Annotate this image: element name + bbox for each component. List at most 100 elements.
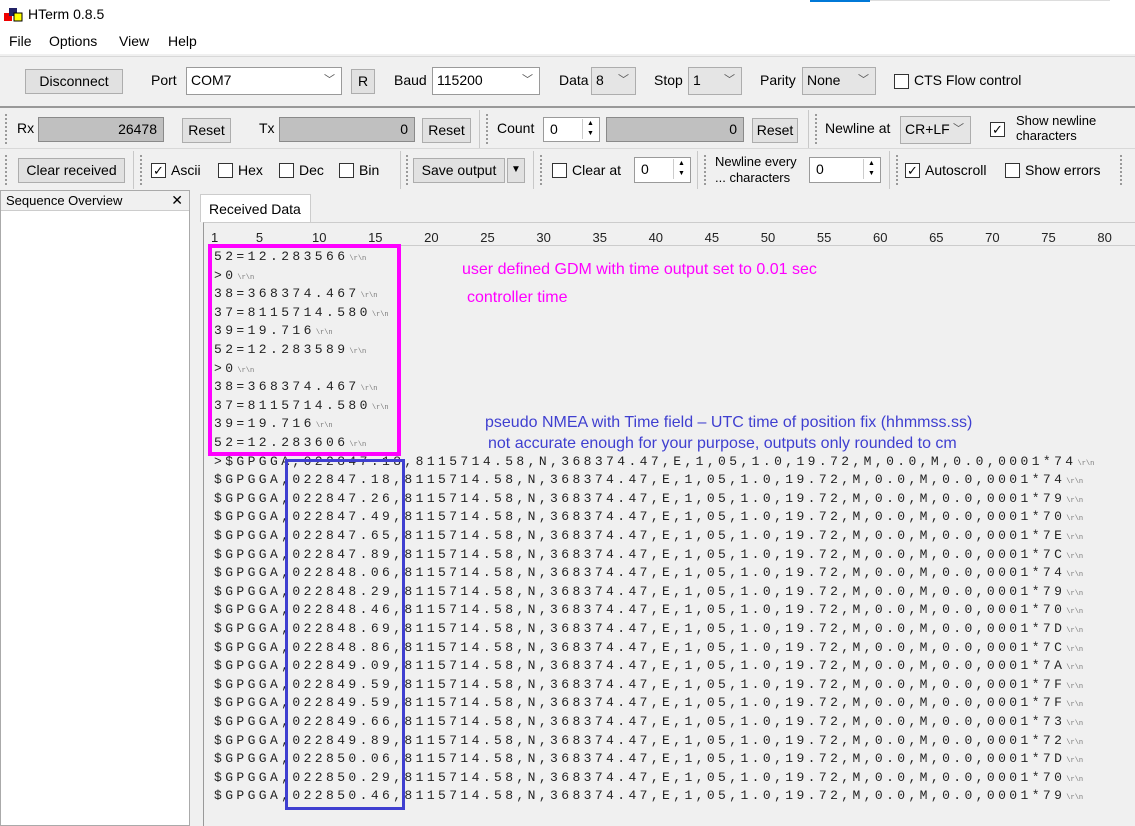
ruler-tick: 60 — [872, 230, 888, 245]
count-reset-button[interactable]: Reset — [752, 118, 798, 143]
gdm-annotation-line2: controller time — [467, 289, 568, 306]
disconnect-button[interactable]: Disconnect — [25, 69, 123, 94]
refresh-ports-button[interactable]: R — [351, 69, 375, 94]
dec-checkbox[interactable] — [279, 163, 294, 178]
divider — [400, 151, 401, 189]
cts-flow-checkbox[interactable] — [894, 74, 909, 89]
ruler-tick: 80 — [1097, 230, 1112, 245]
ruler-tick: 65 — [929, 230, 944, 245]
newline-at-value: CR+LF — [905, 121, 950, 137]
window-title: HTerm 0.8.5 — [28, 6, 105, 22]
newline-marker: \r\n — [1066, 757, 1084, 766]
newline-marker: \r\n — [1066, 738, 1084, 747]
toolbar-grip[interactable] — [540, 155, 543, 185]
menu-help[interactable]: Help — [168, 33, 197, 49]
toolbar-grip[interactable] — [1120, 155, 1123, 185]
spin-arrows-icon[interactable]: ▲ ▼ — [582, 119, 598, 139]
toolbar-grip[interactable] — [5, 114, 8, 144]
baud-value: 115200 — [437, 72, 483, 88]
stop-bits-select[interactable]: 1 ﹀ — [688, 67, 742, 95]
clear-at-label: Clear at — [572, 162, 622, 178]
save-output-dropdown-icon[interactable]: ▼ — [507, 158, 525, 183]
toolbar-grip[interactable] — [704, 155, 707, 185]
tx-reset-button[interactable]: Reset — [422, 118, 471, 143]
tab-received-data[interactable]: Received Data — [200, 194, 311, 222]
toolbar-grip[interactable] — [896, 155, 899, 185]
bin-checkbox[interactable] — [339, 163, 354, 178]
menu-options[interactable]: Options — [49, 33, 97, 49]
spin-arrows-icon[interactable]: ▲ ▼ — [863, 159, 879, 179]
close-icon[interactable]: ✕ — [171, 192, 183, 209]
ruler-tick: 30 — [536, 230, 551, 245]
gdm-annotation-line1: user defined GDM with time output set to… — [462, 261, 817, 278]
newline-marker: \r\n — [1066, 775, 1084, 784]
sequence-overview-title: Sequence Overview — [6, 193, 123, 208]
divider — [533, 151, 534, 189]
ruler-tick: 75 — [1041, 230, 1056, 245]
parity-label: Parity — [760, 72, 796, 88]
toolbar-grip[interactable] — [815, 114, 818, 144]
toolbar-grip[interactable] — [140, 155, 143, 185]
menu-view[interactable]: View — [119, 33, 149, 49]
chevron-down-icon: ﹀ — [953, 123, 964, 135]
data-bits-select[interactable]: 8 ﹀ — [591, 67, 636, 95]
toolbar-grip[interactable] — [406, 155, 409, 185]
show-errors-checkbox[interactable] — [1005, 163, 1020, 178]
show-newline-label: Show newline characters — [1016, 113, 1096, 143]
tx-counter: 0 — [279, 117, 415, 142]
parity-select[interactable]: None ﹀ — [802, 67, 876, 95]
newline-at-select[interactable]: CR+LF ﹀ — [900, 116, 971, 144]
rx-counter: 26478 — [38, 117, 164, 142]
newline-at-label: Newline at — [825, 120, 891, 136]
toolbar-grip[interactable] — [5, 155, 8, 185]
port-select[interactable]: COM7 ﹀ — [186, 67, 342, 95]
newline-every-label-line2: ... characters — [715, 170, 791, 185]
autoscroll-checkbox[interactable]: ✓ — [905, 163, 920, 178]
clear-at-checkbox[interactable] — [552, 163, 567, 178]
rx-reset-button[interactable]: Reset — [182, 118, 231, 143]
app-logo-icon — [4, 8, 23, 22]
ruler-tick: 15 — [368, 230, 383, 245]
newline-marker: \r\n — [1066, 478, 1084, 487]
divider — [889, 151, 890, 189]
counters-toolbar: Rx 26478 Reset Tx 0 Reset Count 0 ▲ ▼ 0 Re… — [0, 106, 1135, 148]
gdm-highlight-box — [208, 244, 401, 456]
ruler-tick: 35 — [592, 230, 607, 245]
display-toolbar: Clear received ✓ Ascii Hex Dec Bin Save … — [0, 148, 1135, 190]
newline-marker: \r\n — [1066, 794, 1084, 803]
port-value: COM7 — [191, 72, 232, 88]
menu-file[interactable]: File — [9, 33, 32, 49]
spin-arrows-icon[interactable]: ▲ ▼ — [673, 159, 689, 179]
show-newline-checkbox[interactable]: ✓ — [990, 122, 1005, 137]
rx-label: Rx — [17, 120, 35, 136]
newline-marker: \r\n — [1066, 664, 1084, 673]
bin-label: Bin — [359, 162, 380, 178]
ruler-tick: 50 — [760, 230, 776, 245]
connection-toolbar: Disconnect Port COM7 ﹀ R Baud 115200 ﹀ Dat… — [0, 56, 1135, 104]
divider — [697, 151, 698, 189]
autoscroll-label: Autoscroll — [925, 162, 987, 178]
ruler-tick: 45 — [704, 230, 720, 245]
show-newline-label-line1: Show newline — [1016, 113, 1097, 128]
newline-every-value: 0 — [816, 161, 824, 177]
stop-bits-value: 1 — [693, 72, 701, 88]
title-bar: HTerm 0.8.5 — [0, 0, 1135, 30]
port-label: Port — [151, 72, 177, 88]
clear-received-button[interactable]: Clear received — [18, 158, 125, 183]
newline-marker: \r\n — [1066, 645, 1084, 654]
toolbar-grip[interactable] — [486, 114, 489, 144]
dec-label: Dec — [299, 162, 324, 178]
newline-marker: \r\n — [1066, 682, 1084, 691]
hex-checkbox[interactable] — [218, 163, 233, 178]
baud-select[interactable]: 115200 ﹀ — [432, 67, 540, 95]
newline-every-label-line1: Newline every — [715, 154, 797, 169]
ascii-checkbox[interactable]: ✓ — [151, 163, 166, 178]
newline-marker: \r\n — [1066, 720, 1084, 728]
count-spinner[interactable]: 0 ▲ ▼ — [543, 117, 600, 142]
sequence-overview-panel: Sequence Overview ✕ — [0, 190, 190, 826]
clear-at-spinner[interactable]: 0 ▲ ▼ — [634, 157, 691, 183]
newline-every-spinner[interactable]: 0 ▲ ▼ — [809, 157, 881, 183]
save-output-button[interactable]: Save output — [413, 158, 505, 183]
chevron-down-icon: ﹀ — [858, 74, 869, 86]
ruler-tick: 10 — [311, 230, 327, 245]
